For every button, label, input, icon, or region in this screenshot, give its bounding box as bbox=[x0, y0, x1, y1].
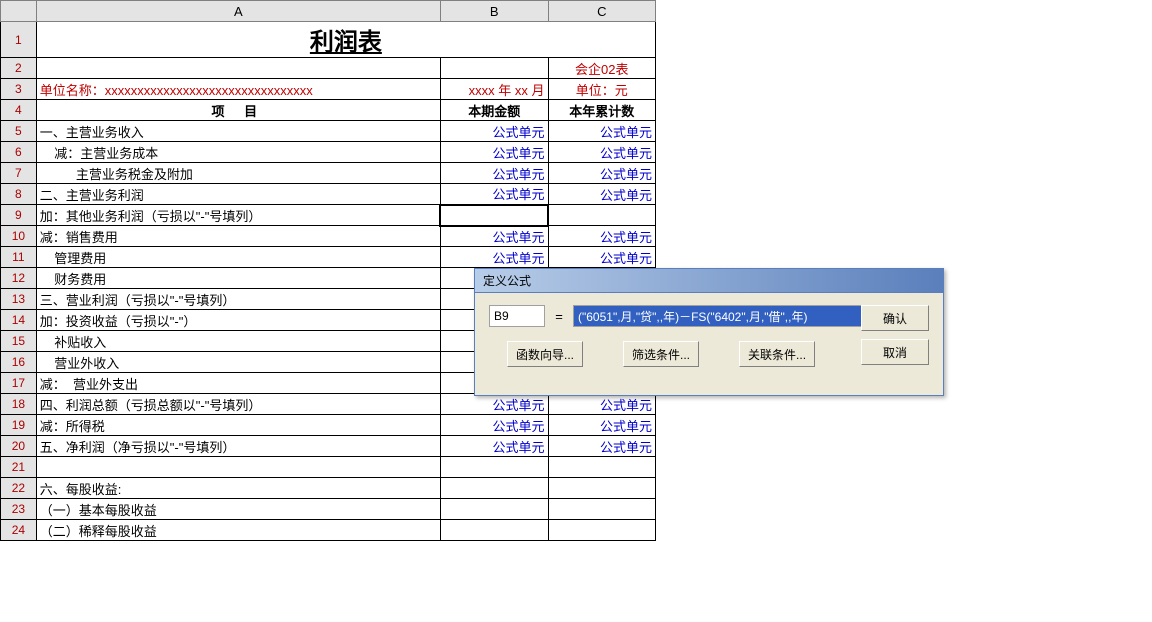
ytd-cell[interactable]: 公式单元 bbox=[548, 163, 655, 184]
item-cell[interactable]: 一、主营业务收入 bbox=[36, 121, 440, 142]
current-cell[interactable] bbox=[440, 478, 548, 499]
ytd-cell[interactable]: 公式单元 bbox=[548, 142, 655, 163]
current-cell[interactable]: 公式单元 bbox=[440, 394, 548, 415]
current-cell[interactable]: 公式单元 bbox=[440, 436, 548, 457]
function-wizard-button[interactable]: 函数向导... bbox=[507, 341, 583, 367]
item-cell[interactable]: 减：主营业务成本 bbox=[36, 142, 440, 163]
item-cell[interactable]: 管理费用 bbox=[36, 247, 440, 268]
dialog-title: 定义公式 bbox=[475, 269, 943, 293]
ytd-cell[interactable]: 公式单元 bbox=[548, 436, 655, 457]
row-header[interactable]: 11 bbox=[1, 247, 37, 268]
row-header[interactable]: 13 bbox=[1, 289, 37, 310]
col-header-c[interactable]: C bbox=[548, 1, 655, 22]
row-header[interactable]: 15 bbox=[1, 331, 37, 352]
item-cell[interactable]: 减：销售费用 bbox=[36, 226, 440, 247]
row-header[interactable]: 6 bbox=[1, 142, 37, 163]
item-cell[interactable]: 六、每股收益: bbox=[36, 478, 440, 499]
header-item: 项 目 bbox=[36, 100, 440, 121]
ok-button[interactable]: 确认 bbox=[861, 305, 929, 331]
filter-condition-button[interactable]: 筛选条件... bbox=[623, 341, 699, 367]
current-cell[interactable] bbox=[440, 499, 548, 520]
row-header[interactable]: 19 bbox=[1, 415, 37, 436]
row-header[interactable]: 24 bbox=[1, 520, 37, 541]
item-cell[interactable]: 减： 营业外支出 bbox=[36, 373, 440, 394]
item-cell[interactable]: （二）稀释每股收益 bbox=[36, 520, 440, 541]
relate-condition-button[interactable]: 关联条件... bbox=[739, 341, 815, 367]
ytd-cell[interactable] bbox=[548, 205, 655, 226]
row-header[interactable]: 3 bbox=[1, 79, 37, 100]
unit-name-cell: 单位名称：xxxxxxxxxxxxxxxxxxxxxxxxxxxxxxxx bbox=[36, 79, 440, 100]
row-header[interactable]: 23 bbox=[1, 499, 37, 520]
ytd-cell[interactable]: 公式单元 bbox=[548, 394, 655, 415]
corner-cell[interactable] bbox=[1, 1, 37, 22]
item-cell[interactable] bbox=[36, 457, 440, 478]
header-ytd: 本年累计数 bbox=[548, 100, 655, 121]
ytd-cell[interactable]: 公式单元 bbox=[548, 184, 655, 205]
current-cell[interactable] bbox=[440, 457, 548, 478]
currency-cell: 单位：元 bbox=[548, 79, 655, 100]
ytd-cell[interactable] bbox=[548, 499, 655, 520]
current-cell[interactable]: 公式单元 bbox=[440, 142, 548, 163]
row-header[interactable]: 1 bbox=[1, 22, 37, 58]
row-header[interactable]: 12 bbox=[1, 268, 37, 289]
item-cell[interactable]: 补贴收入 bbox=[36, 331, 440, 352]
form-code: 会企02表 bbox=[548, 58, 655, 79]
ytd-cell[interactable]: 公式单元 bbox=[548, 226, 655, 247]
cell[interactable] bbox=[440, 58, 548, 79]
current-cell[interactable] bbox=[440, 520, 548, 541]
item-cell[interactable]: 加：投资收益（亏损以"-"） bbox=[36, 310, 440, 331]
row-header[interactable]: 5 bbox=[1, 121, 37, 142]
row-header[interactable]: 10 bbox=[1, 226, 37, 247]
ytd-cell[interactable] bbox=[548, 520, 655, 541]
row-header[interactable]: 18 bbox=[1, 394, 37, 415]
row-header[interactable]: 14 bbox=[1, 310, 37, 331]
cell[interactable] bbox=[36, 58, 440, 79]
cancel-button[interactable]: 取消 bbox=[861, 339, 929, 365]
current-cell[interactable]: 公式单元 bbox=[440, 184, 548, 205]
item-cell[interactable]: 主营业务税金及附加 bbox=[36, 163, 440, 184]
current-cell[interactable]: 公式单元 bbox=[440, 415, 548, 436]
row-header[interactable]: 20 bbox=[1, 436, 37, 457]
ytd-cell[interactable]: 公式单元 bbox=[548, 415, 655, 436]
title-cell: 利润表 bbox=[36, 22, 655, 58]
row-header[interactable]: 16 bbox=[1, 352, 37, 373]
col-header-a[interactable]: A bbox=[36, 1, 440, 22]
col-header-b[interactable]: B bbox=[440, 1, 548, 22]
row-header[interactable]: 2 bbox=[1, 58, 37, 79]
row-header[interactable]: 21 bbox=[1, 457, 37, 478]
item-cell[interactable]: 加：其他业务利润（亏损以"-"号填列） bbox=[36, 205, 440, 226]
ytd-cell[interactable] bbox=[548, 457, 655, 478]
current-cell[interactable] bbox=[440, 205, 548, 226]
define-formula-dialog: 定义公式 = 函数向导... 筛选条件... 关联条件... 确认 取消 bbox=[474, 268, 944, 396]
row-header[interactable]: 8 bbox=[1, 184, 37, 205]
ytd-cell[interactable] bbox=[548, 478, 655, 499]
ytd-cell[interactable]: 公式单元 bbox=[548, 247, 655, 268]
row-header[interactable]: 9 bbox=[1, 205, 37, 226]
current-cell[interactable]: 公式单元 bbox=[440, 163, 548, 184]
item-cell[interactable]: （一）基本每股收益 bbox=[36, 499, 440, 520]
row-header[interactable]: 22 bbox=[1, 478, 37, 499]
row-header[interactable]: 4 bbox=[1, 100, 37, 121]
ytd-cell[interactable]: 公式单元 bbox=[548, 121, 655, 142]
current-cell[interactable]: 公式单元 bbox=[440, 226, 548, 247]
equals-label: = bbox=[553, 309, 565, 324]
current-cell[interactable]: 公式单元 bbox=[440, 121, 548, 142]
item-cell[interactable]: 五、净利润（净亏损以"-"号填列） bbox=[36, 436, 440, 457]
item-cell[interactable]: 减：所得税 bbox=[36, 415, 440, 436]
column-headers: A B C bbox=[1, 1, 656, 22]
row-header[interactable]: 17 bbox=[1, 373, 37, 394]
item-cell[interactable]: 营业外收入 bbox=[36, 352, 440, 373]
date-cell: xxxx 年 xx 月 bbox=[440, 79, 548, 100]
item-cell[interactable]: 四、利润总额（亏损总额以"-"号填列） bbox=[36, 394, 440, 415]
item-cell[interactable]: 三、营业利润（亏损以"-"号填列） bbox=[36, 289, 440, 310]
current-cell[interactable]: 公式单元 bbox=[440, 247, 548, 268]
item-cell[interactable]: 财务费用 bbox=[36, 268, 440, 289]
header-current: 本期金额 bbox=[440, 100, 548, 121]
cell-ref-input[interactable] bbox=[489, 305, 545, 327]
row-header[interactable]: 7 bbox=[1, 163, 37, 184]
item-cell[interactable]: 二、主营业务利润 bbox=[36, 184, 440, 205]
